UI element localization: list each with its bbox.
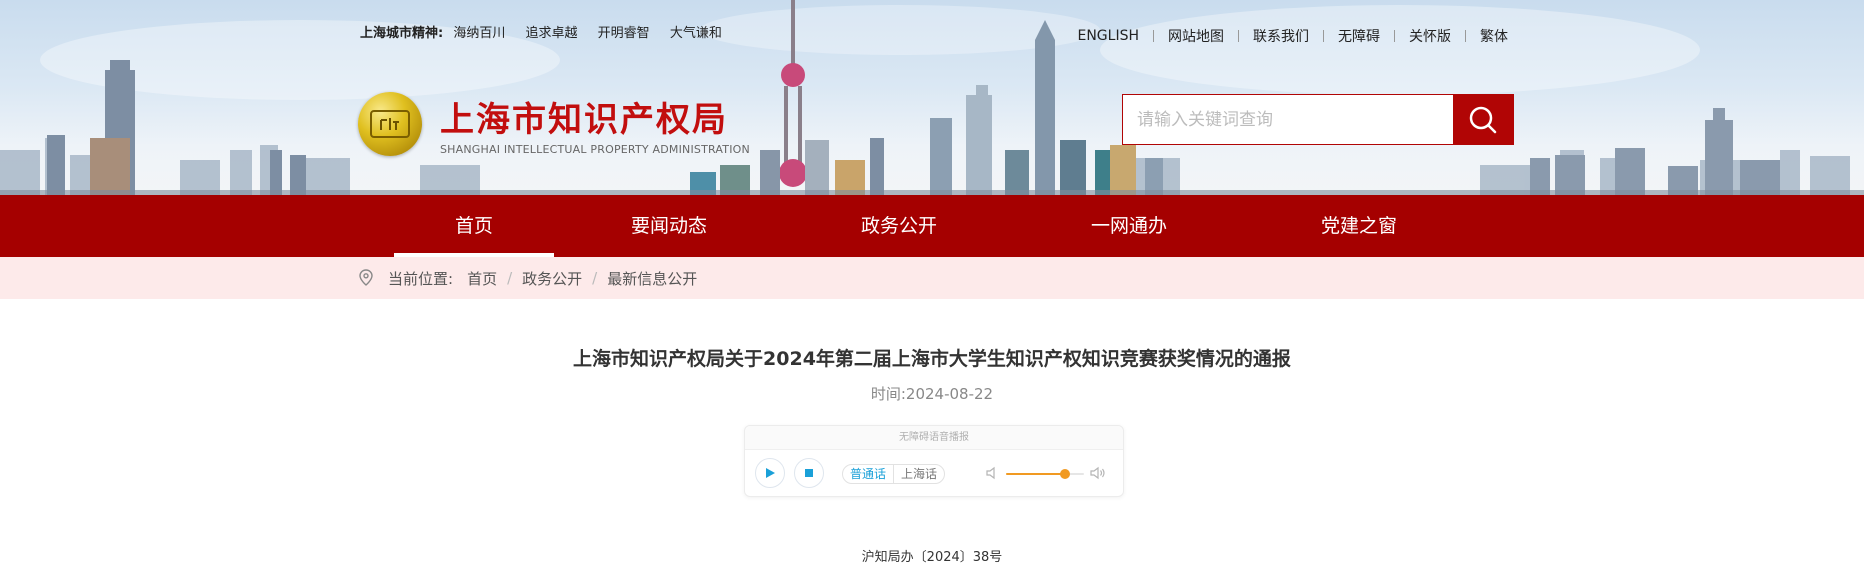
- dialect-mandarin[interactable]: 普通话: [843, 465, 893, 483]
- traditional-chinese-link[interactable]: 繁体: [1466, 26, 1522, 46]
- nav-item-government-affairs[interactable]: 政务公开: [784, 195, 1014, 257]
- search-button[interactable]: [1453, 95, 1513, 144]
- audio-reader-player: 无障碍语音播报 普通话 上海话: [744, 425, 1124, 497]
- volume-slider[interactable]: [1006, 469, 1084, 479]
- header-banner: 上海城市精神: 海纳百川 追求卓越 开明睿智 大气谦和 ENGLISH 网站地图…: [0, 0, 1864, 195]
- play-icon: [766, 468, 775, 478]
- search-box: [1122, 94, 1514, 145]
- nav-item-home[interactable]: 首页: [394, 195, 554, 257]
- volume-low-icon[interactable]: [985, 465, 1001, 481]
- document-number: 沪知局办〔2024〕38号: [861, 550, 1003, 565]
- search-input[interactable]: [1123, 95, 1453, 144]
- logo-mark-icon: [370, 110, 410, 138]
- volume-high-icon[interactable]: [1089, 465, 1107, 481]
- elderly-mode-link[interactable]: 关怀版: [1395, 26, 1465, 46]
- player-header: 无障碍语音播报: [745, 426, 1123, 450]
- breadcrumb-bar: 当前位置: 首页 / 政务公开 / 最新信息公开: [0, 257, 1864, 299]
- accessibility-link[interactable]: 无障碍: [1324, 26, 1394, 46]
- article-date: 时间:2024-08-22: [870, 385, 994, 403]
- site-title[interactable]: 上海市知识产权局: [440, 92, 728, 141]
- breadcrumb-label: 当前位置:: [388, 269, 454, 288]
- breadcrumb-separator: /: [592, 269, 598, 287]
- sitemap-link[interactable]: 网站地图: [1154, 26, 1238, 46]
- contact-link[interactable]: 联系我们: [1239, 26, 1323, 46]
- breadcrumb-home[interactable]: 首页: [467, 268, 497, 289]
- breadcrumb-latest-info[interactable]: 最新信息公开: [607, 268, 697, 289]
- stop-icon: [805, 469, 813, 477]
- city-spirit: 上海城市精神: 海纳百川 追求卓越 开明睿智 大气谦和: [360, 22, 738, 41]
- main-nav: 首页 要闻动态 政务公开 一网通办 党建之窗: [0, 195, 1864, 257]
- city-spirit-item: 追求卓越: [525, 26, 578, 41]
- dialect-shanghainese[interactable]: 上海话: [894, 465, 944, 483]
- top-links: ENGLISH 网站地图 联系我们 无障碍 关怀版 繁体: [1063, 26, 1522, 46]
- location-pin-icon: [358, 269, 374, 287]
- city-spirit-item: 海纳百川: [453, 26, 506, 41]
- english-link[interactable]: ENGLISH: [1063, 28, 1153, 44]
- search-icon: [1469, 106, 1497, 133]
- volume-knob[interactable]: [1059, 469, 1070, 479]
- nav-item-news[interactable]: 要闻动态: [554, 195, 784, 257]
- article-title: 上海市知识产权局关于2024年第二届上海市大学生知识产权知识竞赛获奖情况的通报: [573, 348, 1291, 370]
- city-skyline-image: [0, 0, 1864, 195]
- stop-button[interactable]: [794, 458, 824, 488]
- site-subtitle: SHANGHAI INTELLECTUAL PROPERTY ADMINISTR…: [440, 143, 750, 156]
- volume-fill: [1006, 473, 1065, 475]
- breadcrumb: 当前位置: 首页 / 政务公开 / 最新信息公开: [358, 257, 697, 299]
- breadcrumb-separator: /: [507, 269, 513, 287]
- city-spirit-item: 开明睿智: [597, 26, 650, 41]
- breadcrumb-government-affairs[interactable]: 政务公开: [522, 268, 582, 289]
- play-button[interactable]: [755, 458, 785, 488]
- dialect-switch: 普通话 上海话: [842, 464, 946, 484]
- site-logo-emblem[interactable]: [358, 92, 422, 156]
- nav-item-online-services[interactable]: 一网通办: [1014, 195, 1244, 257]
- nav-item-party-building[interactable]: 党建之窗: [1244, 195, 1474, 257]
- city-spirit-item: 大气谦和: [669, 26, 722, 41]
- city-spirit-label: 上海城市精神:: [360, 26, 444, 41]
